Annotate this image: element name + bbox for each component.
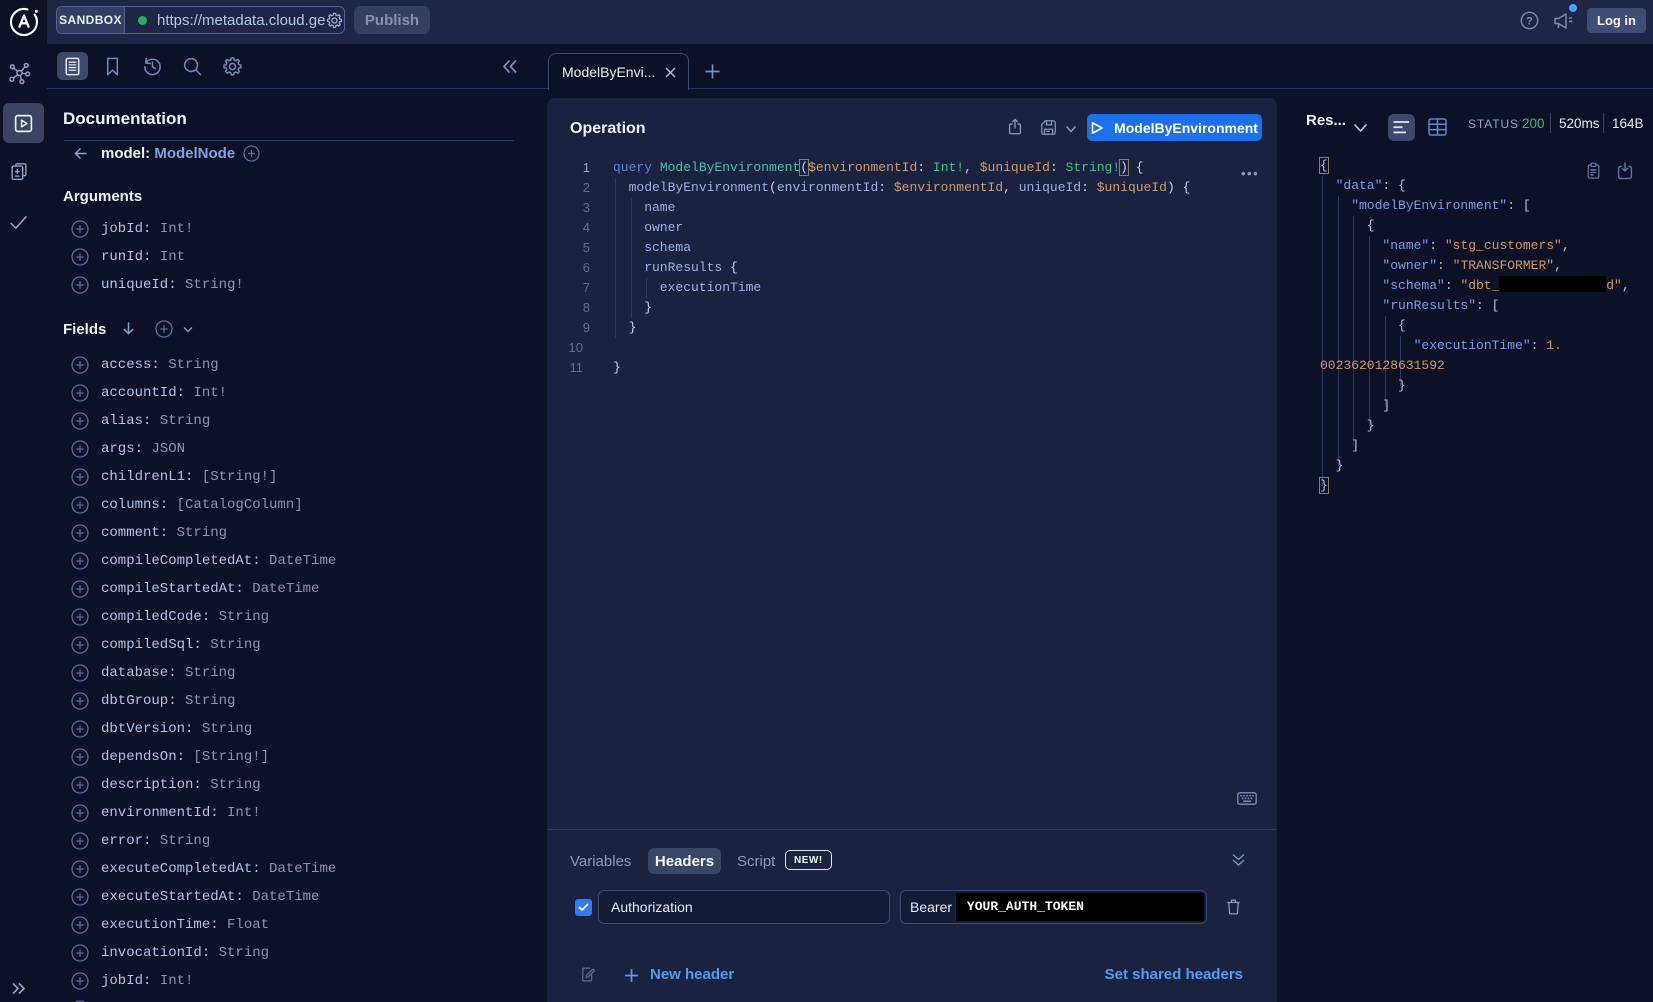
svg-text:?: ? bbox=[1526, 16, 1533, 28]
